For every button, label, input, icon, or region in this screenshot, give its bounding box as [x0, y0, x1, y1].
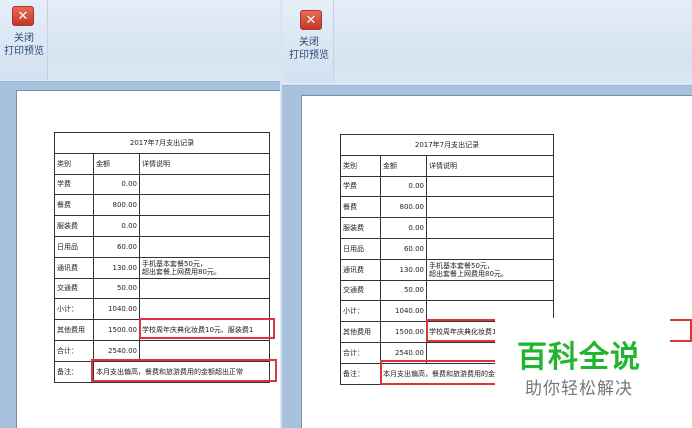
amount-cell: 50.00 — [380, 279, 427, 302]
category-cell: 其他费用 — [54, 319, 94, 341]
print-preview-right: ✕ 关闭 打印预览 2017年7月支出记录 类别 金额 详情说明 学费 0.00 餐费 800.… — [280, 0, 692, 428]
column-header: 金额 — [380, 154, 427, 177]
close-preview-button[interactable]: ✕ 关闭 打印预览 — [284, 0, 334, 82]
detail-cell — [139, 173, 270, 196]
table-title-row: 2017年7月支出记录 — [340, 134, 554, 156]
watermark-subtitle: 助你轻松解决 — [525, 379, 633, 399]
category-cell: 服装费 — [54, 215, 94, 237]
table-title: 2017年7月支出记录 — [340, 134, 554, 156]
category-cell: 通讯费 — [340, 258, 381, 281]
close-preview-button[interactable]: ✕ 关闭 打印预览 — [0, 0, 48, 80]
watermark: 百科全说 助你轻松解决 — [495, 318, 670, 413]
amount-cell: 130.00 — [93, 256, 140, 279]
amount-cell: 0.00 — [93, 215, 140, 237]
detail-cell — [139, 277, 270, 300]
table-row: 小计： 1040.00 — [54, 298, 270, 321]
table-row: 餐费 800.00 — [340, 196, 554, 219]
amount-cell: 60.00 — [380, 237, 427, 260]
amount-cell: 1500.00 — [93, 319, 140, 341]
column-header: 类别 — [340, 154, 381, 177]
category-cell: 餐费 — [54, 194, 94, 217]
table-row: 日用品 60.00 — [340, 237, 554, 260]
amount-cell: 1500.00 — [380, 321, 427, 343]
amount-cell: 60.00 — [93, 235, 140, 258]
column-header: 详情说明 — [426, 154, 554, 177]
ribbon: ✕ 关闭 打印预览 — [0, 0, 280, 82]
column-header: 类别 — [54, 152, 94, 175]
amount-cell: 130.00 — [380, 258, 427, 281]
detail-cell — [139, 215, 270, 237]
category-cell: 小计： — [54, 298, 94, 321]
table-row: 餐费 800.00 — [54, 194, 270, 217]
table-row: 通讯费 130.00 手机基本套餐50元， 超出套餐上网费用80元。 — [54, 256, 270, 279]
table-header-row: 类别 金额 详情说明 — [54, 152, 270, 175]
category-cell: 学费 — [54, 173, 94, 196]
amount-cell: 1040.00 — [380, 300, 427, 323]
category-cell: 通讯费 — [54, 256, 94, 279]
detail-cell: 手机基本套餐50元， 超出套餐上网费用80元。 — [139, 256, 270, 279]
table-header-row: 类别 金额 详情说明 — [340, 154, 554, 177]
amount-cell: 0.00 — [380, 217, 427, 239]
detail-cell — [139, 235, 270, 258]
highlight-box-note — [91, 359, 277, 382]
note-label: 备注： — [340, 362, 381, 385]
amount-cell: 800.00 — [93, 194, 140, 217]
detail-cell — [426, 196, 554, 219]
detail-cell — [426, 217, 554, 239]
table-row: 服装费 0.00 — [340, 217, 554, 239]
category-cell: 交通费 — [340, 279, 381, 302]
category-cell: 合计： — [54, 339, 94, 362]
detail-cell — [139, 194, 270, 217]
category-cell: 其他费用 — [340, 321, 381, 343]
category-cell: 交通费 — [54, 277, 94, 300]
table-row: 交通费 50.00 — [340, 279, 554, 302]
ribbon: ✕ 关闭 打印预览 — [282, 0, 692, 86]
category-cell: 学费 — [340, 175, 381, 198]
highlight-box-other — [139, 318, 275, 339]
table-row: 通讯费 130.00 手机基本套餐50元， 超出套餐上网费用80元。 — [340, 258, 554, 281]
print-preview-left: ✕ 关闭 打印预览 2017年7月支出记录 类别 金额 详情说明 学费 0.00 餐费 800.… — [0, 0, 280, 428]
amount-cell: 1040.00 — [93, 298, 140, 321]
column-header: 详情说明 — [139, 152, 270, 175]
category-cell: 服装费 — [340, 217, 381, 239]
table-title: 2017年7月支出记录 — [54, 132, 270, 154]
table-title-row: 2017年7月支出记录 — [54, 132, 270, 154]
column-header: 金额 — [93, 152, 140, 175]
preview-page: 2017年7月支出记录 类别 金额 详情说明 学费 0.00 餐费 800.00 服装费 0.00… — [16, 90, 280, 428]
detail-cell — [426, 237, 554, 260]
detail-cell — [426, 175, 554, 198]
close-icon: ✕ — [300, 10, 322, 30]
table-row: 服装费 0.00 — [54, 215, 270, 237]
expense-table: 2017年7月支出记录 类别 金额 详情说明 学费 0.00 餐费 800.00 服装费 0.00… — [54, 132, 270, 383]
table-row: 日用品 60.00 — [54, 235, 270, 258]
amount-cell: 50.00 — [93, 277, 140, 300]
table-row: 学费 0.00 — [54, 173, 270, 196]
detail-cell: 手机基本套餐50元， 超出套餐上网费用80元。 — [426, 258, 554, 281]
category-cell: 小计： — [340, 300, 381, 323]
amount-cell: 0.00 — [93, 173, 140, 196]
watermark-title: 百科全说 — [517, 340, 641, 375]
category-cell: 合计： — [340, 341, 381, 364]
detail-cell — [139, 298, 270, 321]
close-preview-label: 关闭 打印预览 — [4, 33, 44, 57]
table-row: 学费 0.00 — [340, 175, 554, 198]
note-label: 备注： — [54, 360, 94, 383]
table-row: 交通费 50.00 — [54, 277, 270, 300]
category-cell: 餐费 — [340, 196, 381, 219]
detail-cell — [426, 279, 554, 302]
category-cell: 日用品 — [54, 235, 94, 258]
amount-cell: 0.00 — [380, 175, 427, 198]
close-preview-label: 关闭 打印预览 — [289, 37, 329, 61]
close-icon: ✕ — [12, 6, 34, 26]
category-cell: 日用品 — [340, 237, 381, 260]
amount-cell: 800.00 — [380, 196, 427, 219]
